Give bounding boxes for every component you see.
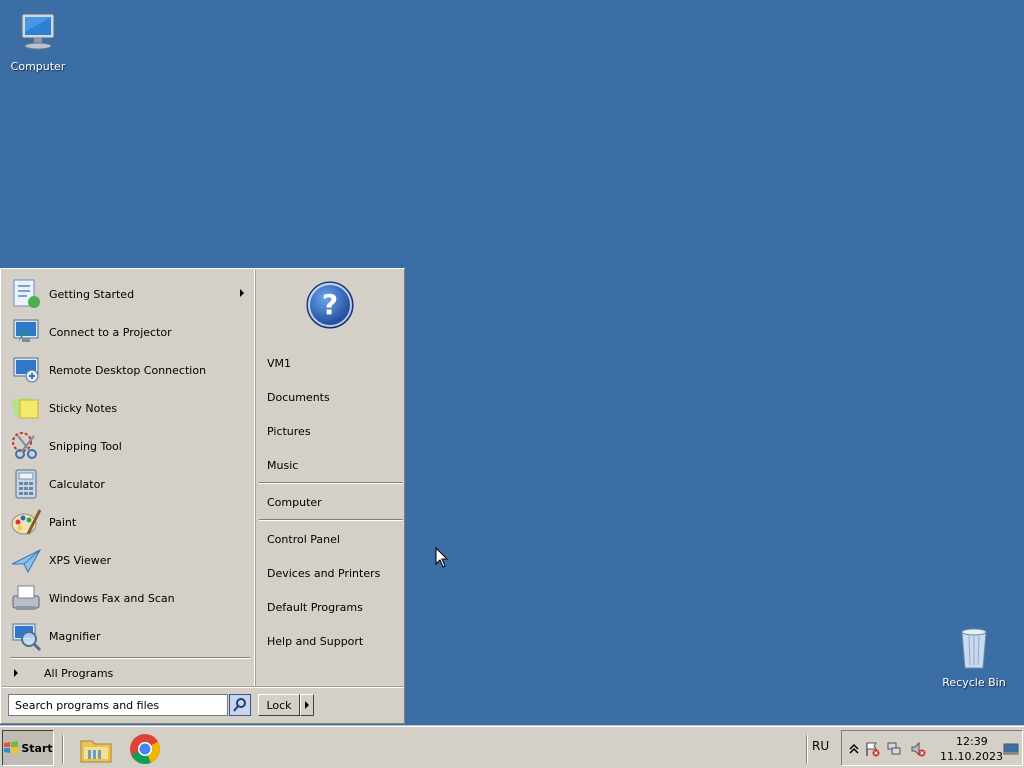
place-user-folder[interactable]: VM1	[267, 352, 401, 374]
windows-logo-icon	[4, 741, 19, 754]
place-label: Music	[267, 458, 299, 472]
desktop-icon-label: Computer	[10, 60, 66, 73]
mouse-pointer-icon	[435, 547, 449, 568]
program-label: XPS Viewer	[49, 553, 112, 567]
shutdown-options-button[interactable]	[300, 694, 314, 716]
file-explorer-icon	[80, 740, 112, 763]
program-label: Paint	[49, 515, 77, 529]
desktop-icon-recycle-bin[interactable]: Recycle Bin	[936, 624, 1012, 689]
taskbar-app-chrome[interactable]	[127, 731, 163, 767]
start-menu: Getting Started Connect to a Projector R…	[0, 268, 405, 724]
language-indicator[interactable]: RU	[812, 739, 829, 753]
show-hidden-icons-icon[interactable]	[846, 741, 862, 757]
desktop-icon-computer[interactable]: Computer	[0, 8, 76, 73]
place-label: Documents	[267, 390, 330, 404]
program-remote-desktop[interactable]: Remote Desktop Connection	[10, 351, 252, 389]
search-icon	[233, 698, 246, 712]
places-pane: ? VM1 Documents Pictures Music Computer …	[254, 270, 404, 686]
place-computer[interactable]: Computer	[267, 491, 401, 513]
program-label: Calculator	[49, 477, 105, 491]
system-tray: 12:39 11.10.2023	[841, 730, 1023, 766]
expand-arrow-icon	[14, 669, 18, 677]
clock-date[interactable]: 11.10.2023	[940, 750, 1003, 763]
place-label: Devices and Printers	[267, 566, 381, 580]
start-button[interactable]: Start	[2, 730, 54, 766]
place-label: VM1	[267, 356, 292, 370]
place-default-programs[interactable]: Default Programs	[267, 596, 401, 618]
place-control-panel[interactable]: Control Panel	[267, 528, 401, 550]
programs-pane: Getting Started Connect to a Projector R…	[2, 270, 254, 686]
remote-desktop-icon	[13, 357, 39, 383]
submenu-arrow-icon	[240, 289, 244, 297]
taskbar-app-file-explorer[interactable]	[78, 731, 114, 767]
action-center-flag-icon[interactable]	[864, 741, 880, 757]
xps-viewer-icon	[11, 548, 42, 574]
taskbar-divider	[806, 735, 808, 763]
program-label: Connect to a Projector	[49, 325, 172, 339]
getting-started-icon	[13, 279, 40, 308]
start-menu-footer: Lock	[2, 687, 404, 723]
search-button[interactable]	[229, 694, 251, 716]
program-calculator[interactable]: Calculator	[10, 465, 252, 503]
program-label: Sticky Notes	[49, 401, 118, 415]
all-programs-button[interactable]: All Programs	[10, 663, 250, 683]
place-label: Computer	[267, 495, 322, 509]
chrome-icon	[130, 734, 160, 764]
computer-icon	[21, 13, 55, 50]
taskbar-divider	[62, 735, 64, 763]
svg-text:?: ?	[322, 288, 338, 321]
place-pictures[interactable]: Pictures	[267, 420, 401, 442]
place-label: Control Panel	[267, 532, 340, 546]
program-getting-started[interactable]: Getting Started	[10, 275, 252, 313]
all-programs-label: All Programs	[44, 666, 114, 680]
snipping-tool-icon	[12, 432, 37, 459]
program-label: Getting Started	[49, 287, 135, 301]
program-label: Windows Fax and Scan	[49, 591, 175, 605]
places-divider	[259, 482, 403, 484]
network-icon[interactable]	[886, 741, 902, 757]
help-icon: ?	[306, 281, 354, 329]
projector-icon	[13, 319, 39, 342]
start-label: Start	[21, 741, 53, 755]
programs-divider	[10, 657, 250, 659]
program-fax-scan[interactable]: Windows Fax and Scan	[10, 579, 252, 617]
lock-button[interactable]: Lock	[258, 694, 300, 716]
program-label: Snipping Tool	[49, 439, 122, 453]
fax-scan-icon	[12, 585, 40, 610]
sticky-notes-icon	[11, 396, 39, 419]
taskbar: Start RU 12:39 11.10.2023	[0, 726, 1024, 768]
magnifier-icon	[12, 623, 42, 652]
place-label: Pictures	[267, 424, 311, 438]
places-divider	[259, 519, 403, 521]
paint-icon	[11, 509, 42, 535]
recycle-bin-icon	[961, 628, 987, 669]
place-documents[interactable]: Documents	[267, 386, 401, 408]
calculator-icon	[15, 469, 37, 499]
program-label: Magnifier	[49, 629, 101, 643]
clock-time[interactable]: 12:39	[956, 735, 988, 748]
volume-muted-icon[interactable]	[910, 741, 926, 757]
program-magnifier[interactable]: Magnifier	[10, 617, 252, 655]
place-music[interactable]: Music	[267, 454, 401, 476]
search-input[interactable]	[8, 694, 228, 716]
expand-arrow-icon	[305, 701, 309, 709]
program-sticky-notes[interactable]: Sticky Notes	[10, 389, 252, 427]
program-snipping-tool[interactable]: Snipping Tool	[10, 427, 252, 465]
place-help-support[interactable]: Help and Support	[267, 630, 401, 652]
place-label: Help and Support	[267, 634, 364, 648]
program-paint[interactable]: Paint	[10, 503, 252, 541]
desktop-icon-label: Recycle Bin	[942, 676, 1006, 689]
show-desktop-icon[interactable]	[1003, 741, 1019, 757]
program-connect-projector[interactable]: Connect to a Projector	[10, 313, 252, 351]
place-label: Default Programs	[267, 600, 363, 614]
program-label: Remote Desktop Connection	[49, 363, 207, 377]
place-devices-printers[interactable]: Devices and Printers	[267, 562, 401, 584]
program-xps-viewer[interactable]: XPS Viewer	[10, 541, 252, 579]
lock-label: Lock	[266, 698, 292, 712]
